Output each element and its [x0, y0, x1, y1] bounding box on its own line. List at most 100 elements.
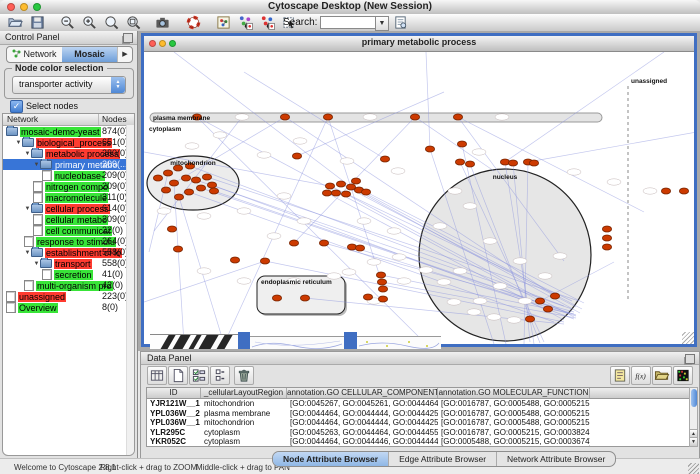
table-row[interactable]: YJR121W__1mitochondrion[GO:0045267, GO:0… — [147, 399, 691, 409]
tree-scrollbar[interactable] — [126, 125, 134, 455]
network-node[interactable] — [202, 174, 211, 180]
table-row[interactable]: YKR052Ccytoplasm[GO:0044464, GO:0044446,… — [147, 437, 691, 447]
window-resize-grip-icon[interactable] — [688, 463, 699, 474]
zoom-fit-icon[interactable] — [104, 15, 119, 30]
scrollbar-thumb[interactable] — [691, 389, 697, 407]
attribute-browser-tab[interactable]: Node Attribute Browser — [273, 452, 389, 466]
network-node[interactable] — [378, 286, 387, 292]
network-node[interactable] — [173, 246, 182, 252]
network-node[interactable] — [543, 306, 552, 312]
network-node[interactable] — [355, 245, 364, 251]
open-icon[interactable] — [8, 15, 23, 30]
snapshot-icon[interactable] — [155, 15, 170, 30]
network-node[interactable] — [292, 153, 301, 159]
table-scrollbar[interactable]: ▲ ▼ — [689, 387, 698, 447]
attribute-batch-icon[interactable] — [210, 366, 230, 385]
network-node[interactable] — [376, 272, 385, 278]
network-node[interactable] — [336, 181, 345, 187]
table-column-header[interactable]: ID — [147, 388, 201, 398]
network-node[interactable] — [209, 188, 218, 194]
tree-row[interactable]: secretion41(0) — [3, 269, 134, 280]
network-node[interactable] — [679, 188, 688, 194]
background-window-preview[interactable] — [250, 336, 344, 349]
network-node[interactable] — [289, 240, 298, 246]
delete-attribute-icon[interactable] — [234, 366, 254, 385]
network-node[interactable] — [525, 316, 534, 322]
network-node[interactable] — [323, 114, 332, 120]
network-node[interactable] — [184, 189, 193, 195]
network-node[interactable] — [378, 296, 387, 302]
network-node[interactable] — [550, 293, 559, 299]
network-node[interactable] — [319, 240, 328, 246]
table-row[interactable]: YDR039C__1mitochondrion[GO:0044464, GO:0… — [147, 447, 691, 448]
expander-icon[interactable]: ▼ — [24, 250, 31, 256]
tree-row[interactable]: ▼establishment of lo558(0) — [3, 247, 134, 258]
network-node[interactable] — [331, 190, 340, 196]
network-node[interactable] — [341, 191, 350, 197]
network-canvas[interactable]: plasma membranecytoplasmmitochondrionnuc… — [144, 52, 694, 344]
table-row[interactable]: YPL036W__2plasma membrane[GO:0044464, GO… — [147, 409, 691, 419]
background-window-preview[interactable] — [357, 336, 441, 349]
network-node[interactable] — [191, 177, 200, 183]
layout-icon-1[interactable] — [238, 15, 253, 30]
network-node[interactable] — [363, 294, 372, 300]
background-window-edge[interactable] — [344, 332, 357, 349]
network-node[interactable] — [272, 295, 281, 301]
tree-row[interactable]: macromolecule311(0) — [3, 192, 134, 203]
matrix-icon[interactable] — [673, 366, 693, 385]
tree-row[interactable]: ▼transport558(0) — [3, 258, 134, 269]
network-node[interactable] — [377, 279, 386, 285]
advanced-search-icon[interactable] — [393, 15, 408, 30]
tree-row[interactable]: mosaic-demo-yeast874(0) — [3, 126, 134, 137]
tab-overflow-arrow[interactable]: ▶ — [117, 47, 132, 62]
background-window-edge[interactable] — [238, 332, 250, 349]
tree-row[interactable]: cell communicat22(0) — [3, 225, 134, 236]
search-dropdown-icon[interactable]: ▼ — [375, 16, 389, 31]
search-input[interactable] — [320, 16, 376, 29]
network-node[interactable] — [153, 175, 162, 181]
attribute-browser-tab[interactable]: Edge Attribute Browser — [389, 452, 497, 466]
create-attribute-icon[interactable] — [168, 366, 188, 385]
tree-row[interactable]: ▼primary metabo209(... — [3, 159, 134, 170]
network-node[interactable] — [322, 190, 331, 196]
network-node[interactable] — [280, 114, 289, 120]
select-nodes-checkbox[interactable]: ✓ — [10, 100, 23, 113]
network-node[interactable] — [351, 178, 360, 184]
network-node[interactable] — [361, 189, 370, 195]
network-node[interactable] — [196, 185, 205, 191]
network-node[interactable] — [410, 114, 419, 120]
expander-icon[interactable]: ▼ — [15, 140, 22, 146]
table-column-header[interactable]: _cellularLayoutRegion — [201, 388, 287, 398]
tab-network[interactable]: Network — [7, 47, 62, 62]
resize-grip-icon[interactable] — [682, 332, 694, 344]
expander-icon[interactable]: ▼ — [24, 151, 31, 157]
zoom-in-icon[interactable] — [82, 15, 97, 30]
network-frame-titlebar[interactable]: primary metabolic process — [144, 36, 694, 52]
float-panel-icon[interactable] — [685, 354, 695, 364]
network-node[interactable] — [161, 187, 170, 193]
help-icon[interactable] — [186, 15, 201, 30]
network-node[interactable] — [425, 146, 434, 152]
zoom-selected-icon[interactable] — [126, 15, 141, 30]
network-node[interactable] — [230, 257, 239, 263]
network-node[interactable] — [207, 182, 216, 188]
color-attribute-dropdown[interactable]: transporter activity ▲▼ — [12, 76, 126, 94]
table-row[interactable]: YLR295Ccytoplasm[GO:0045263, GO:0044464,… — [147, 428, 691, 438]
tree-row[interactable]: cellular metabo209(0) — [3, 214, 134, 225]
network-node[interactable] — [325, 183, 334, 189]
formula-icon[interactable]: f(x) — [631, 366, 651, 385]
network-node[interactable] — [260, 258, 269, 264]
tree-row[interactable]: ▼metabolic process280(0) — [3, 148, 134, 159]
tree-row[interactable]: response to stimulu264(0) — [3, 236, 134, 247]
scroll-down-icon[interactable]: ▼ — [690, 437, 697, 446]
network-node[interactable] — [380, 156, 389, 162]
network-frame[interactable]: primary metabolic process plasma membran… — [141, 33, 697, 347]
zoom-out-icon[interactable] — [60, 15, 75, 30]
network-node[interactable] — [300, 295, 309, 301]
tree-row[interactable]: nucleobase-209(0) — [3, 170, 134, 181]
network-node[interactable] — [181, 175, 190, 181]
network-node[interactable] — [167, 226, 176, 232]
import-list-icon[interactable] — [610, 366, 630, 385]
network-node[interactable] — [465, 161, 474, 167]
tab-mosaic[interactable]: Mosaic — [62, 47, 117, 62]
